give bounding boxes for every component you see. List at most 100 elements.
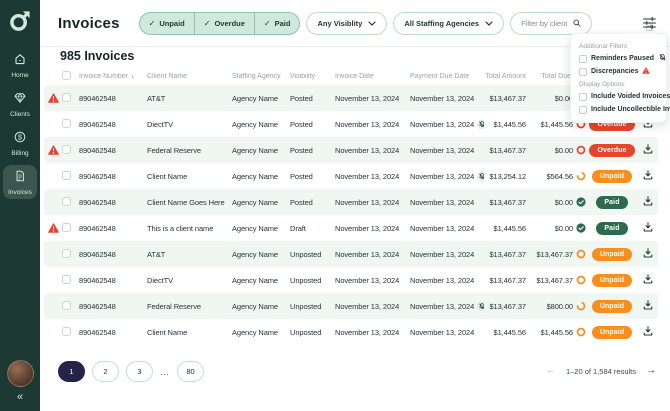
agency-dropdown[interactable]: All Staffing Agencies <box>393 12 504 35</box>
table-row[interactable]: 890462548DiectTVAgency NamePostedNovembe… <box>44 111 658 137</box>
option-label: Discrepancies <box>591 68 638 75</box>
sidebar-item-label: Billing <box>11 150 28 157</box>
download-cell <box>638 248 658 260</box>
row-checkbox[interactable] <box>62 93 71 102</box>
staffing-agency: Agency Name <box>232 250 290 259</box>
status-badge: Unpaid <box>592 326 632 339</box>
page-button-2[interactable]: 2 <box>92 361 119 382</box>
sidebar-item-invoices[interactable]: Invoices <box>3 165 37 199</box>
status-filter-overdue[interactable]: ✓ Overdue <box>195 13 255 34</box>
table-row[interactable]: 890462548Federal ReserveAgency NameUnpos… <box>44 293 658 319</box>
row-checkbox[interactable] <box>62 145 71 154</box>
filter-option-include-voided-invoices[interactable]: Include Voided Invoices <box>579 90 658 103</box>
download-invoice-button[interactable] <box>643 170 653 182</box>
page-button-1[interactable]: 1 <box>58 361 85 382</box>
table-row[interactable]: 890462548Client NameAgency NameUnpostedN… <box>44 319 658 345</box>
filter-option-reminders-paused[interactable]: Reminders Paused <box>579 52 658 65</box>
select-all-checkbox[interactable] <box>62 71 71 80</box>
checkbox-cell <box>62 171 79 182</box>
download-invoice-button[interactable] <box>643 222 653 234</box>
billing-icon: $ <box>14 130 26 148</box>
table-row[interactable]: 890462548AT&TAgency NamePostedNovember 1… <box>44 85 658 111</box>
total-due: $1,445.56 <box>528 327 586 337</box>
option-checkbox[interactable] <box>579 106 587 114</box>
status-filter-group: ✓ Unpaid✓ Overdue✓ Paid <box>139 12 301 35</box>
warning-icon <box>642 67 650 76</box>
column-header[interactable]: Invoice Number↓ <box>79 73 147 80</box>
row-checkbox[interactable] <box>62 249 71 258</box>
additional-filters-button[interactable] <box>641 15 658 31</box>
filter-option-include-uncollectible-invoices[interactable]: Include Uncollectible Invoices <box>579 103 658 116</box>
status-badge: Unpaid <box>592 274 632 287</box>
table-row[interactable]: 890462548Federal ReserveAgency NamePoste… <box>44 137 658 163</box>
avatar[interactable] <box>7 360 34 387</box>
column-header[interactable]: Invoice Date <box>335 73 410 80</box>
row-checkbox[interactable] <box>62 119 71 128</box>
row-checkbox[interactable] <box>62 197 71 206</box>
option-checkbox[interactable] <box>579 55 587 63</box>
status-badge: Overdue <box>589 144 634 157</box>
page-button-3[interactable]: 3 <box>126 361 153 382</box>
collapse-sidebar-button[interactable]: « <box>17 392 23 403</box>
clients-icon <box>14 91 26 109</box>
filter-option-discrepancies[interactable]: Discrepancies <box>579 65 658 78</box>
invoice-date: November 13, 2024 <box>335 146 410 155</box>
download-invoice-button[interactable] <box>643 326 653 338</box>
row-checkbox[interactable] <box>62 171 71 180</box>
total-amount: $13,254.12 <box>484 172 528 181</box>
table-row[interactable]: 890462548Client NameAgency NamePostedNov… <box>44 163 658 189</box>
table-row[interactable]: 890462548This is a client nameAgency Nam… <box>44 215 658 241</box>
row-checkbox[interactable] <box>62 223 71 232</box>
client-name: AT&T <box>147 250 232 259</box>
status-filter-unpaid[interactable]: ✓ Unpaid <box>140 13 195 34</box>
download-invoice-button[interactable] <box>643 274 653 286</box>
option-checkbox[interactable] <box>579 93 587 101</box>
client-filter-input[interactable]: Filter by client <box>510 12 592 35</box>
row-checkbox[interactable] <box>62 301 71 310</box>
prev-page-icon[interactable]: ← <box>546 366 556 376</box>
payment-due-date: November 13, 2024 <box>410 119 484 129</box>
sidebar-item-home[interactable]: Home <box>3 48 37 82</box>
sidebar-item-billing[interactable]: $ Billing <box>3 126 37 160</box>
download-cell <box>638 326 658 338</box>
checkbox-cell <box>62 327 79 338</box>
checkbox-cell <box>62 301 79 312</box>
page-button-80[interactable]: 80 <box>177 361 204 382</box>
visibility: Posted <box>290 146 335 155</box>
column-header[interactable]: Total Amount <box>484 73 528 80</box>
brand-logo[interactable] <box>8 8 32 32</box>
table-header-row: Invoice Number↓Cllient NameStaffing Agen… <box>44 68 658 85</box>
column-header[interactable]: Staffing Agency <box>232 73 290 80</box>
invoices-count-heading: 985 Invoices <box>60 49 134 63</box>
status-filter-paid[interactable]: ✓ Paid <box>255 13 300 34</box>
option-checkbox[interactable] <box>579 68 587 76</box>
column-header[interactable]: Payment Due Date <box>410 73 484 80</box>
column-header[interactable]: Visibility <box>290 73 335 80</box>
sort-icon[interactable]: ↓ <box>131 73 135 80</box>
pagination: 123…80 <box>58 361 204 382</box>
download-invoice-button[interactable] <box>643 300 653 312</box>
invoices-icon <box>14 169 26 187</box>
invoice-date: November 13, 2024 <box>335 94 410 103</box>
invoice-number: 890462548 <box>79 224 147 233</box>
download-invoice-button[interactable] <box>643 144 653 156</box>
row-checkbox[interactable] <box>62 275 71 284</box>
status-cell: Unpaid <box>586 274 638 287</box>
payment-due-date: November 13, 2024 <box>410 198 484 207</box>
table-row[interactable]: 890462548AT&TAgency NameUnpostedNovember… <box>44 241 658 267</box>
invoice-date: November 13, 2024 <box>335 224 410 233</box>
invoices-app: Home Clients $ Billing Invoices « Invoice… <box>0 0 670 411</box>
download-invoice-button[interactable] <box>643 248 653 260</box>
sidebar-item-clients[interactable]: Clients <box>3 87 37 121</box>
table-row[interactable]: 890462548DiectTVAgency NameUnpostedNovem… <box>44 267 658 293</box>
table-row[interactable]: 890462548Client Name Goes HereAgency Nam… <box>44 189 658 215</box>
next-page-icon[interactable]: → <box>646 366 656 376</box>
invoices-table: Invoice Number↓Cllient NameStaffing Agen… <box>44 68 658 345</box>
column-header[interactable]: Cllient Name <box>147 73 232 80</box>
download-invoice-button[interactable] <box>643 196 653 208</box>
download-cell <box>638 222 658 234</box>
check-icon: ✓ <box>149 19 156 28</box>
row-checkbox[interactable] <box>62 327 71 336</box>
visibility-dropdown[interactable]: Any Visiblity <box>306 12 387 35</box>
client-name: DiectTV <box>147 120 232 129</box>
